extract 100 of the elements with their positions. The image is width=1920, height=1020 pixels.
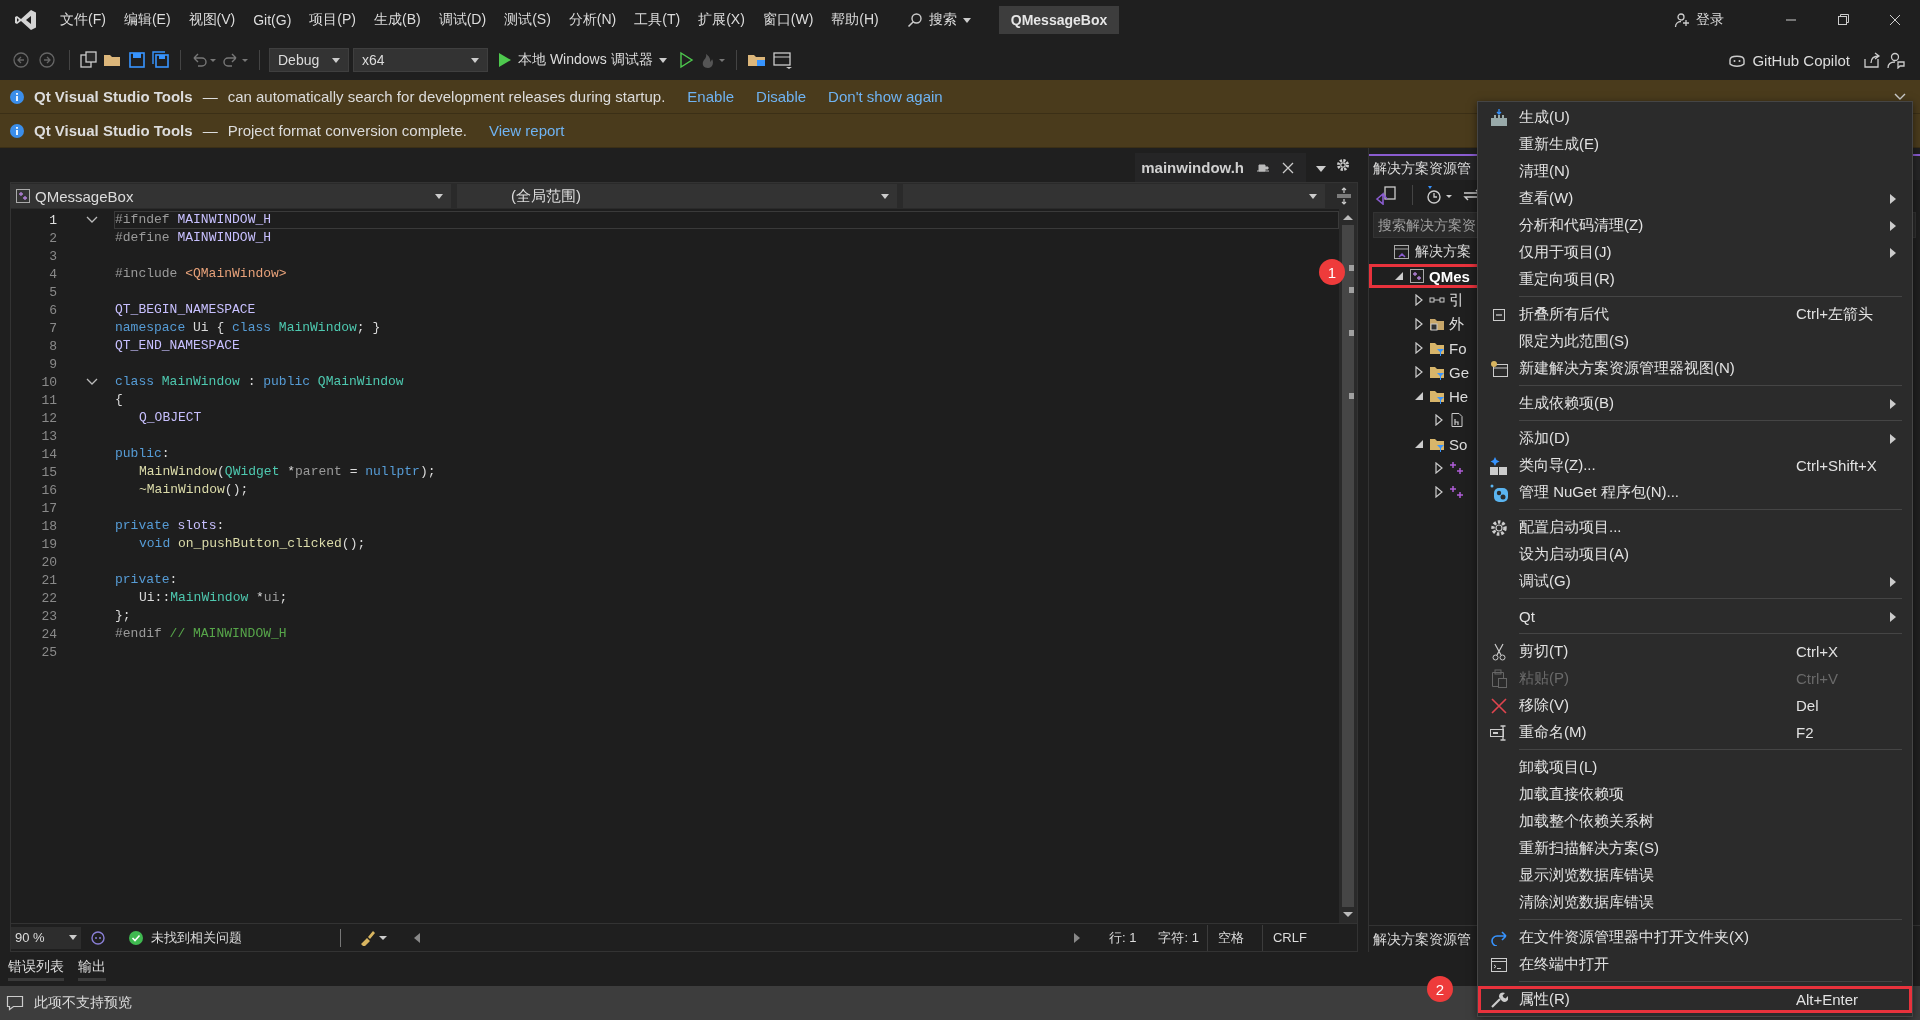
- menu-item[interactable]: 显示浏览数据库错误: [1478, 862, 1912, 889]
- info-link[interactable]: Don't show again: [828, 88, 943, 105]
- window-layout-icon[interactable]: [771, 51, 794, 69]
- split-icon[interactable]: [1335, 187, 1353, 205]
- menu-item[interactable]: 文件(F): [52, 7, 114, 33]
- settings-icon[interactable]: [1336, 158, 1350, 172]
- redo-icon[interactable]: [222, 51, 250, 69]
- start-debugging-button[interactable]: 本地 Windows 调试器: [492, 51, 673, 69]
- collapsed-icon[interactable]: [1413, 342, 1425, 354]
- feedback-icon[interactable]: [1886, 51, 1906, 69]
- tree-item[interactable]: Ge: [1449, 363, 1469, 381]
- menu-item[interactable]: 调试(D): [430, 7, 495, 33]
- zoom-dropdown[interactable]: 90 %: [11, 926, 81, 949]
- menu-item[interactable]: 重命名(M) F2: [1478, 719, 1912, 746]
- menu-item[interactable]: Git(G): [245, 8, 300, 32]
- solution-label[interactable]: 解决方案: [1415, 243, 1471, 261]
- line-ending-indicator[interactable]: CRLF: [1261, 924, 1317, 951]
- search-button[interactable]: 搜索: [896, 7, 981, 33]
- menu-item[interactable]: 新建解决方案资源管理器视图(N): [1478, 355, 1912, 382]
- menu-item[interactable]: 属性(R) Alt+Enter: [1478, 986, 1912, 1013]
- menu-item[interactable]: 工具(T): [626, 7, 689, 33]
- menu-item[interactable]: 查看(W): [1478, 185, 1912, 212]
- tree-item[interactable]: He: [1449, 387, 1469, 405]
- menu-item[interactable]: 项目(P): [301, 7, 364, 33]
- menu-item[interactable]: 添加(D): [1478, 425, 1912, 452]
- info-link[interactable]: Enable: [687, 88, 735, 105]
- line-indicator[interactable]: 行: 1: [1109, 928, 1137, 947]
- scroll-down-icon[interactable]: [1342, 911, 1354, 919]
- scope-dropdown[interactable]: (全局范围): [457, 184, 897, 208]
- caret-icon[interactable]: [1316, 166, 1326, 172]
- menu-item[interactable]: 扩展(X): [690, 7, 753, 33]
- menu-item[interactable]: 窗口(W): [754, 7, 822, 33]
- collapsed-icon[interactable]: [1413, 366, 1425, 378]
- menu-item[interactable]: 生成(U): [1478, 104, 1912, 131]
- close-icon[interactable]: [1282, 161, 1294, 174]
- menu-item[interactable]: 编辑(E): [115, 7, 179, 33]
- menu-item[interactable]: 折叠所有后代 Ctrl+左箭头: [1478, 301, 1912, 328]
- panel-tab[interactable]: 输出: [78, 957, 106, 981]
- collapsed-icon[interactable]: [1413, 294, 1425, 306]
- pin-icon[interactable]: [1256, 161, 1270, 174]
- tree-item[interactable]: 外: [1449, 314, 1464, 334]
- brush-icon[interactable]: [359, 929, 389, 946]
- menu-item[interactable]: 帮助(H): [823, 7, 887, 33]
- menu-item[interactable]: 管理 NuGet 程序包(N)...: [1478, 479, 1912, 506]
- menu-item[interactable]: 移除(V) Del: [1478, 692, 1912, 719]
- expanded-icon[interactable]: [1393, 270, 1405, 282]
- expanded-icon[interactable]: [1413, 438, 1425, 450]
- marked-tree-row[interactable]: QMes: [1369, 264, 1481, 288]
- menu-item[interactable]: 配置启动项目...: [1478, 514, 1912, 541]
- column-indicator[interactable]: 字符: 1: [1158, 928, 1199, 947]
- tree-item[interactable]: So: [1449, 435, 1468, 453]
- menu-item[interactable]: 视图(V): [180, 7, 244, 33]
- menu-item[interactable]: 加载整个依赖关系树: [1478, 808, 1912, 835]
- collapsed-icon[interactable]: [1433, 414, 1445, 426]
- menu-item[interactable]: 重定向项目(R): [1478, 266, 1912, 293]
- menu-item[interactable]: 设为启动项目(A): [1478, 541, 1912, 568]
- menu-item[interactable]: Qt: [1478, 603, 1912, 630]
- menu-item[interactable]: 生成依赖项(B): [1478, 390, 1912, 417]
- menu-item[interactable]: 调试(G): [1478, 568, 1912, 595]
- document-tab[interactable]: mainwindow.h: [1135, 153, 1306, 182]
- expanded-icon[interactable]: [1413, 390, 1425, 402]
- menu-item[interactable]: 在终端中打开: [1478, 951, 1912, 978]
- menu-item[interactable]: 在文件资源管理器中打开文件夹(X): [1478, 924, 1912, 951]
- menu-item[interactable]: 卸载项目(L): [1478, 754, 1912, 781]
- tree-item[interactable]: 引: [1449, 290, 1464, 310]
- info-link[interactable]: Disable: [756, 88, 807, 105]
- share-icon[interactable]: [1862, 51, 1882, 69]
- menu-item[interactable]: 分析和代码清理(Z): [1478, 212, 1912, 239]
- menu-item[interactable]: 仅用于项目(J): [1478, 239, 1912, 266]
- vertical-scrollbar[interactable]: [1339, 209, 1357, 923]
- menu-item[interactable]: 清除浏览数据库错误: [1478, 889, 1912, 916]
- project-dropdown[interactable]: QMessageBox: [11, 184, 451, 208]
- menu-item[interactable]: 类向导(Z)... Ctrl+Shift+X: [1478, 452, 1912, 479]
- menu-item[interactable]: 剪切(T) Ctrl+X: [1478, 638, 1912, 665]
- menu-item[interactable]: 限定为此范围(S): [1478, 328, 1912, 355]
- tree-item[interactable]: Fo: [1449, 339, 1467, 357]
- configuration-dropdown[interactable]: Debug: [269, 48, 349, 72]
- chevron-icon[interactable]: [1894, 92, 1906, 101]
- new-project-icon[interactable]: [79, 51, 99, 69]
- menu-item[interactable]: 分析(N): [560, 7, 625, 33]
- save-icon[interactable]: [127, 51, 147, 69]
- fold-icon[interactable]: [85, 378, 98, 386]
- sign-in-button[interactable]: 登录: [1674, 11, 1724, 29]
- copilot-button[interactable]: GitHub Copilot: [1728, 51, 1850, 69]
- info-link[interactable]: View report: [488, 122, 565, 139]
- menu-item[interactable]: 重新扫描解决方案(S): [1478, 835, 1912, 862]
- issues-status[interactable]: 未找到相关问题: [151, 928, 242, 947]
- collapsed-icon[interactable]: [1433, 486, 1445, 498]
- menu-item[interactable]: 加载直接依赖项: [1478, 781, 1912, 808]
- platform-dropdown[interactable]: x64: [353, 48, 488, 72]
- tree-item[interactable]: QMes: [1429, 267, 1470, 285]
- fold-icon[interactable]: [85, 216, 98, 224]
- copilot-icon[interactable]: [89, 929, 107, 946]
- indent-indicator[interactable]: 空格: [1206, 924, 1254, 951]
- collapsed-icon[interactable]: [1433, 462, 1445, 474]
- scroll-up-icon[interactable]: [1342, 213, 1354, 221]
- menu-item[interactable]: 测试(S): [496, 7, 559, 33]
- menu-item[interactable]: 生成(B): [366, 7, 429, 33]
- panel-tab[interactable]: 错误列表: [8, 957, 64, 981]
- collapsed-icon[interactable]: [1413, 318, 1425, 330]
